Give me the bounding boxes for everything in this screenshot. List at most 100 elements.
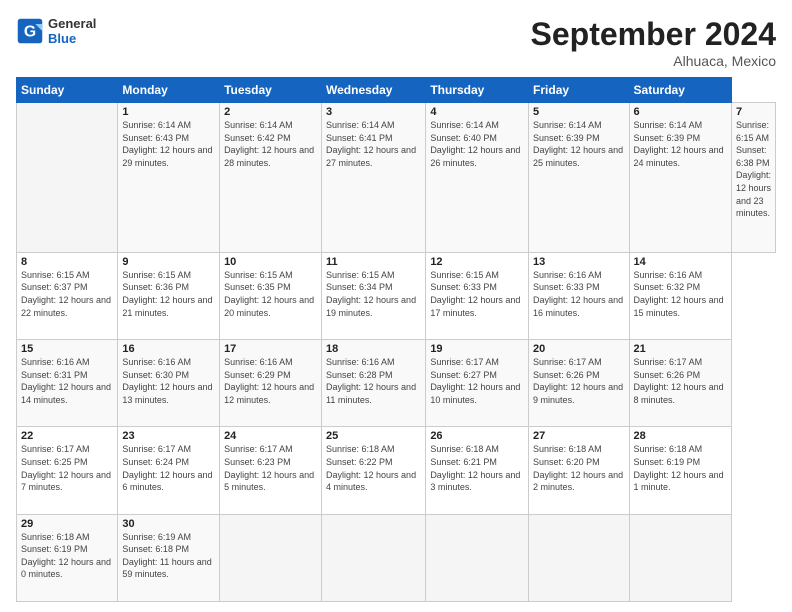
logo-text-line2: Blue (48, 31, 96, 46)
daylight: Daylight: 12 hours and 25 minutes. (533, 145, 623, 168)
daylight: Daylight: 12 hours and 8 minutes. (634, 382, 724, 405)
sunrise: Sunrise: 6:16 AM (634, 270, 703, 280)
calendar-day-cell: 16 Sunrise: 6:16 AM Sunset: 6:30 PM Dayl… (118, 340, 220, 427)
sunrise: Sunrise: 6:16 AM (21, 357, 90, 367)
sunset: Sunset: 6:33 PM (533, 282, 600, 292)
daylight: Daylight: 12 hours and 5 minutes. (224, 470, 314, 493)
day-number: 28 (634, 430, 727, 442)
daylight: Daylight: 12 hours and 19 minutes. (326, 295, 416, 318)
calendar-header-wednesday: Wednesday (322, 78, 426, 103)
calendar-header-thursday: Thursday (426, 78, 529, 103)
daylight: Daylight: 12 hours and 4 minutes. (326, 470, 416, 493)
sunset: Sunset: 6:31 PM (21, 370, 88, 380)
sunset: Sunset: 6:30 PM (122, 370, 189, 380)
calendar-day-cell: 23 Sunrise: 6:17 AM Sunset: 6:24 PM Dayl… (118, 427, 220, 514)
calendar-day-cell (426, 514, 529, 601)
day-info: Sunrise: 6:18 AM Sunset: 6:22 PM Dayligh… (326, 443, 421, 493)
day-number: 22 (21, 430, 113, 442)
sunset: Sunset: 6:43 PM (122, 133, 189, 143)
day-number: 5 (533, 106, 624, 118)
daylight: Daylight: 12 hours and 21 minutes. (122, 295, 212, 318)
sunrise: Sunrise: 6:15 AM (326, 270, 395, 280)
calendar-day-cell: 19 Sunrise: 6:17 AM Sunset: 6:27 PM Dayl… (426, 340, 529, 427)
calendar-day-cell: 29 Sunrise: 6:18 AM Sunset: 6:19 PM Dayl… (17, 514, 118, 601)
daylight: Daylight: 12 hours and 1 minute. (634, 470, 724, 493)
daylight: Daylight: 12 hours and 10 minutes. (430, 382, 520, 405)
sunrise: Sunrise: 6:17 AM (430, 357, 499, 367)
day-info: Sunrise: 6:18 AM Sunset: 6:19 PM Dayligh… (21, 531, 113, 581)
sunrise: Sunrise: 6:17 AM (224, 444, 293, 454)
logo: G General Blue (16, 16, 96, 46)
calendar-header-saturday: Saturday (629, 78, 731, 103)
calendar-week-row: 29 Sunrise: 6:18 AM Sunset: 6:19 PM Dayl… (17, 514, 776, 601)
calendar-header-tuesday: Tuesday (220, 78, 322, 103)
calendar-day-cell (322, 514, 426, 601)
calendar-day-cell: 28 Sunrise: 6:18 AM Sunset: 6:19 PM Dayl… (629, 427, 731, 514)
calendar-header-sunday: Sunday (17, 78, 118, 103)
sunset: Sunset: 6:36 PM (122, 282, 189, 292)
day-info: Sunrise: 6:16 AM Sunset: 6:32 PM Dayligh… (634, 269, 727, 319)
sunrise: Sunrise: 6:15 AM (224, 270, 293, 280)
day-info: Sunrise: 6:16 AM Sunset: 6:30 PM Dayligh… (122, 356, 215, 406)
month-title: September 2024 (531, 16, 776, 53)
sunrise: Sunrise: 6:15 AM (430, 270, 499, 280)
day-number: 1 (122, 106, 215, 118)
day-number: 17 (224, 343, 317, 355)
day-number: 9 (122, 256, 215, 268)
calendar-day-cell (529, 514, 629, 601)
day-number: 7 (736, 106, 771, 118)
sunset: Sunset: 6:40 PM (430, 133, 497, 143)
day-number: 21 (634, 343, 727, 355)
daylight: Daylight: 12 hours and 9 minutes. (533, 382, 623, 405)
calendar-day-cell (220, 514, 322, 601)
day-info: Sunrise: 6:19 AM Sunset: 6:18 PM Dayligh… (122, 531, 215, 581)
daylight: Daylight: 12 hours and 0 minutes. (21, 557, 111, 580)
empty-cell (17, 103, 118, 253)
day-number: 29 (21, 518, 113, 530)
daylight: Daylight: 12 hours and 29 minutes. (122, 145, 212, 168)
daylight: Daylight: 12 hours and 26 minutes. (430, 145, 520, 168)
day-info: Sunrise: 6:16 AM Sunset: 6:33 PM Dayligh… (533, 269, 624, 319)
day-info: Sunrise: 6:14 AM Sunset: 6:42 PM Dayligh… (224, 119, 317, 169)
sunset: Sunset: 6:19 PM (634, 457, 701, 467)
day-info: Sunrise: 6:14 AM Sunset: 6:40 PM Dayligh… (430, 119, 524, 169)
day-number: 30 (122, 518, 215, 530)
day-info: Sunrise: 6:14 AM Sunset: 6:43 PM Dayligh… (122, 119, 215, 169)
calendar-day-cell: 1 Sunrise: 6:14 AM Sunset: 6:43 PM Dayli… (118, 103, 220, 253)
sunrise: Sunrise: 6:16 AM (122, 357, 191, 367)
daylight: Daylight: 11 hours and 59 minutes. (122, 557, 211, 580)
calendar-week-row: 22 Sunrise: 6:17 AM Sunset: 6:25 PM Dayl… (17, 427, 776, 514)
sunrise: Sunrise: 6:17 AM (122, 444, 191, 454)
day-number: 18 (326, 343, 421, 355)
day-info: Sunrise: 6:17 AM Sunset: 6:25 PM Dayligh… (21, 443, 113, 493)
calendar-day-cell: 10 Sunrise: 6:15 AM Sunset: 6:35 PM Dayl… (220, 252, 322, 339)
day-info: Sunrise: 6:16 AM Sunset: 6:28 PM Dayligh… (326, 356, 421, 406)
day-info: Sunrise: 6:17 AM Sunset: 6:26 PM Dayligh… (634, 356, 727, 406)
day-number: 15 (21, 343, 113, 355)
daylight: Daylight: 12 hours and 16 minutes. (533, 295, 623, 318)
daylight: Daylight: 12 hours and 15 minutes. (634, 295, 724, 318)
daylight: Daylight: 12 hours and 2 minutes. (533, 470, 623, 493)
sunset: Sunset: 6:39 PM (533, 133, 600, 143)
sunrise: Sunrise: 6:15 AM (122, 270, 191, 280)
day-info: Sunrise: 6:17 AM Sunset: 6:26 PM Dayligh… (533, 356, 624, 406)
day-number: 25 (326, 430, 421, 442)
calendar-day-cell: 5 Sunrise: 6:14 AM Sunset: 6:39 PM Dayli… (529, 103, 629, 253)
sunset: Sunset: 6:34 PM (326, 282, 393, 292)
sunset: Sunset: 6:42 PM (224, 133, 291, 143)
sunrise: Sunrise: 6:18 AM (326, 444, 395, 454)
sunrise: Sunrise: 6:17 AM (634, 357, 703, 367)
sunset: Sunset: 6:32 PM (634, 282, 701, 292)
day-info: Sunrise: 6:14 AM Sunset: 6:39 PM Dayligh… (533, 119, 624, 169)
calendar-week-row: 15 Sunrise: 6:16 AM Sunset: 6:31 PM Dayl… (17, 340, 776, 427)
calendar-day-cell: 22 Sunrise: 6:17 AM Sunset: 6:25 PM Dayl… (17, 427, 118, 514)
day-info: Sunrise: 6:17 AM Sunset: 6:23 PM Dayligh… (224, 443, 317, 493)
daylight: Daylight: 12 hours and 3 minutes. (430, 470, 520, 493)
daylight: Daylight: 12 hours and 13 minutes. (122, 382, 212, 405)
daylight: Daylight: 12 hours and 17 minutes. (430, 295, 520, 318)
calendar-day-cell (629, 514, 731, 601)
sunrise: Sunrise: 6:18 AM (21, 532, 90, 542)
calendar-day-cell: 24 Sunrise: 6:17 AM Sunset: 6:23 PM Dayl… (220, 427, 322, 514)
sunset: Sunset: 6:26 PM (533, 370, 600, 380)
calendar-day-cell: 3 Sunrise: 6:14 AM Sunset: 6:41 PM Dayli… (322, 103, 426, 253)
